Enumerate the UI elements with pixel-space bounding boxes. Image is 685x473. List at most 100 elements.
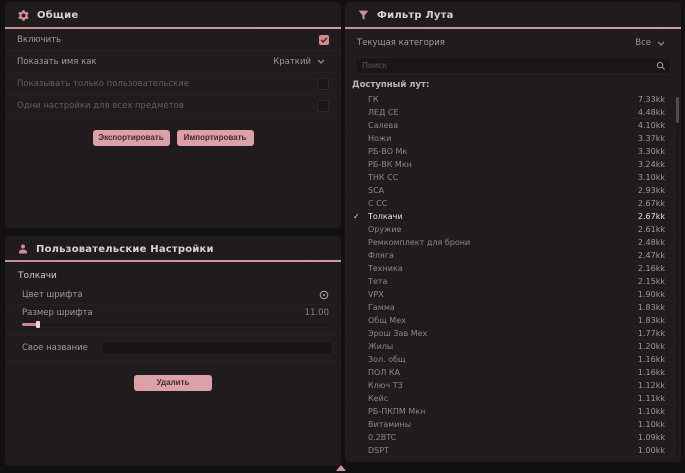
loot-list-item[interactable]: Техника 2.16kk (345, 262, 681, 275)
loot-list-item[interactable]: Оружие 2.61kk (345, 223, 681, 236)
loot-item-value: 1.16kk (638, 355, 665, 364)
loot-list-item[interactable]: DSPT 1.00kk (345, 444, 681, 457)
category-dropdown[interactable]: Все (631, 36, 669, 50)
loot-list-item[interactable]: Жилы 1.20kk (345, 340, 681, 353)
loot-item-name: Ключ ТЗ (368, 381, 638, 390)
loot-list-item[interactable]: Тета 2.15kk (345, 275, 681, 288)
loot-list-item[interactable]: ЛЕД СЕ 4.48kk (345, 106, 681, 119)
general-panel-header: Общие (5, 2, 341, 27)
scrollbar-thumb[interactable] (676, 97, 679, 123)
loot-item-name: Зол. общ (368, 355, 638, 364)
loot-item-name: SCA (368, 186, 638, 195)
setting-row-only-custom: Показывать только пользовательские (5, 73, 341, 95)
loot-item-name: Витамины (368, 420, 638, 429)
loot-list-item[interactable]: С СС 2.67kk (345, 197, 681, 210)
import-button[interactable]: Импортировать (177, 130, 254, 146)
chevron-down-icon (317, 59, 325, 64)
loot-item-name: Кейс (368, 394, 638, 403)
loot-list-item[interactable]: Салева 4.10kk (345, 119, 681, 132)
available-loot-label: Доступный лут: (345, 74, 681, 93)
custom-settings-panel: Пользовательские Настройки Толкачи Цвет … (5, 236, 341, 466)
delete-button[interactable]: Удалить (134, 375, 212, 391)
loot-item-name: Салева (368, 121, 638, 130)
loot-item-name: РБ-ВО Мк (368, 147, 638, 156)
loot-list-item[interactable]: Фляга 2.47kk (345, 249, 681, 262)
funnel-icon (357, 9, 370, 22)
loot-item-name: Гамма (368, 303, 638, 312)
check-icon: ✓ (353, 212, 362, 221)
loot-list-item[interactable]: Гамма 1.83kk (345, 301, 681, 314)
export-button[interactable]: Экспортировать (93, 130, 170, 146)
loot-list-item[interactable]: Ремкомплект для брони 2.48kk (345, 236, 681, 249)
setting-row-enable: Включить (5, 29, 341, 51)
only-custom-checkbox[interactable] (317, 78, 329, 90)
scrollbar-track[interactable] (676, 96, 679, 456)
loot-list-item[interactable]: ✓ Толкачи 2.67kk (345, 210, 681, 223)
category-row: Текущая категория Все (345, 29, 681, 54)
loot-list-item[interactable]: ТНК СС 3.10kk (345, 171, 681, 184)
loot-item-value: 1.12kk (638, 381, 665, 390)
loot-item-name: Оружие (368, 225, 638, 234)
loot-item-value: 4.10kk (638, 121, 665, 130)
loot-list-item[interactable]: Ножи 3.37kk (345, 132, 681, 145)
loot-list-item[interactable]: РБ-ВК Мкн 3.24kk (345, 158, 681, 171)
loot-item-name: Ножи (368, 134, 638, 143)
slider-handle[interactable] (36, 321, 40, 328)
font-size-row: Размер шрифта 11.00 (5, 305, 341, 321)
same-settings-label: Одни настройки для всех предметов (17, 101, 184, 111)
loot-item-value: 2.67kk (638, 199, 665, 208)
loot-item-name: ТНК СС (368, 173, 638, 182)
custom-panel-title: Пользовательские Настройки (36, 244, 214, 255)
search-input[interactable] (360, 60, 656, 71)
loot-list-item[interactable]: Зол. общ 1.16kk (345, 353, 681, 366)
triangle-up-icon[interactable] (336, 465, 346, 471)
loot-item-name: С СС (368, 199, 638, 208)
palette-icon[interactable] (319, 290, 329, 300)
loot-list-item[interactable]: Витамины 1.10kk (345, 418, 681, 431)
loot-item-name: РБ-ПКПМ Мкн (368, 407, 638, 416)
font-color-row: Цвет шрифта (5, 286, 341, 305)
loot-list-item[interactable]: ГК 7.33kk (345, 93, 681, 106)
loot-list-item[interactable]: Ключ ТЗ 1.12kk (345, 379, 681, 392)
general-panel-title: Общие (37, 10, 78, 21)
loot-list-item[interactable]: РБ-ПКПМ Мкн 1.10kk (345, 405, 681, 418)
font-size-label: Размер шрифта (22, 308, 93, 318)
loot-list-item[interactable]: Эрош Зав Мех 1.77kk (345, 327, 681, 340)
loot-item-value: 3.10kk (638, 173, 665, 182)
magnifier-icon (656, 61, 666, 71)
loot-item-name: Общ Мех (368, 316, 638, 325)
loot-item-value: 1.11kk (638, 394, 665, 403)
custom-name-input[interactable] (101, 341, 333, 355)
loot-list-item[interactable]: РБ-ВО Мк 3.30kk (345, 145, 681, 158)
loot-item-name: Эрош Зав Мех (368, 329, 638, 338)
enable-checkbox[interactable] (319, 35, 329, 45)
font-size-slider-zone (5, 321, 341, 335)
loot-list-item[interactable]: VPX 1.90kk (345, 288, 681, 301)
loot-item-value: 4.48kk (638, 108, 665, 117)
selected-item-name: Толкачи (5, 262, 341, 286)
name-display-value: Краткий (273, 57, 311, 67)
loot-list-item[interactable]: ПОЛ КА 1.16kk (345, 366, 681, 379)
loot-item-name: Жилы (368, 342, 638, 351)
only-custom-label: Показывать только пользовательские (17, 79, 189, 89)
setting-row-same-settings: Одни настройки для всех предметов (5, 95, 341, 117)
loot-list-item[interactable]: Кейс 1.11kk (345, 392, 681, 405)
chevron-down-icon (657, 41, 665, 46)
loot-list-item[interactable]: Общ Мех 1.83kk (345, 314, 681, 327)
loot-item-value: 1.77kk (638, 329, 665, 338)
loot-item-value: 7.33kk (638, 95, 665, 104)
loot-item-value: 1.09kk (638, 433, 665, 442)
font-size-value: 11.00 (305, 308, 329, 318)
name-display-dropdown[interactable]: Краткий (269, 55, 329, 69)
loot-list-item[interactable]: 0.2BTC 1.09kk (345, 431, 681, 444)
loot-item-name: DSPT (368, 446, 638, 455)
loot-item-name: ЛЕД СЕ (368, 108, 638, 117)
same-settings-checkbox[interactable] (317, 100, 329, 112)
loot-item-value: 2.47kk (638, 251, 665, 260)
loot-item-value: 1.10kk (638, 407, 665, 416)
gear-icon (17, 9, 30, 22)
loot-list-item[interactable]: SCA 2.93kk (345, 184, 681, 197)
category-label: Текущая категория (357, 38, 445, 48)
font-size-slider[interactable] (22, 323, 329, 326)
loot-item-name: Техника (368, 264, 638, 273)
